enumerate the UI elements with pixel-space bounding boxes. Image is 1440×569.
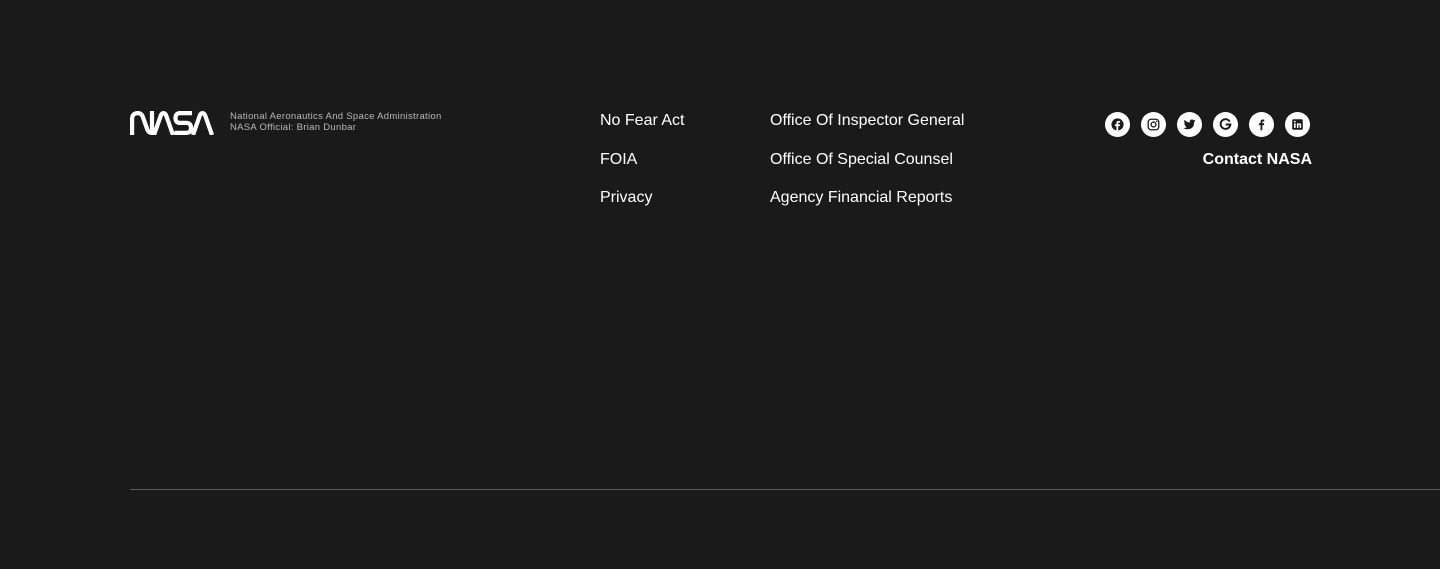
link-office-of-inspector-general[interactable]: Office Of Inspector General bbox=[770, 112, 964, 151]
instagram-icon bbox=[1147, 118, 1160, 131]
linkedin-icon bbox=[1292, 119, 1303, 130]
linkedin-button[interactable] bbox=[1285, 112, 1310, 137]
contact-nasa-link[interactable]: Contact NASA bbox=[1203, 151, 1312, 169]
brand-text: National Aeronautics And Space Administr… bbox=[230, 111, 442, 133]
link-office-of-special-counsel[interactable]: Office Of Special Counsel bbox=[770, 151, 964, 190]
twitter-icon bbox=[1183, 119, 1196, 130]
link-no-fear-act[interactable]: No Fear Act bbox=[600, 112, 684, 151]
facebook-button[interactable] bbox=[1105, 112, 1130, 137]
google-icon bbox=[1219, 118, 1232, 130]
agency-name: National Aeronautics And Space Administr… bbox=[230, 111, 442, 122]
instagram-button[interactable] bbox=[1141, 112, 1166, 137]
facebook-icon bbox=[1111, 118, 1124, 131]
link-agency-financial-reports[interactable]: Agency Financial Reports bbox=[770, 189, 964, 228]
facebook-f-button[interactable] bbox=[1249, 112, 1274, 137]
nasa-logo[interactable] bbox=[130, 111, 214, 135]
facebook-f-icon bbox=[1258, 119, 1265, 131]
site-footer: National Aeronautics And Space Administr… bbox=[0, 0, 1440, 569]
social-links bbox=[1105, 112, 1310, 137]
footer-links-column-2: Office Of Inspector General Office Of Sp… bbox=[770, 112, 964, 228]
link-foia[interactable]: FOIA bbox=[600, 151, 684, 190]
link-privacy[interactable]: Privacy bbox=[600, 189, 684, 228]
footer-links-column-1: No Fear Act FOIA Privacy bbox=[600, 112, 684, 228]
nasa-official: NASA Official: Brian Dunbar bbox=[230, 122, 357, 133]
google-button[interactable] bbox=[1213, 112, 1238, 137]
footer-divider bbox=[130, 489, 1440, 490]
footer-brand: National Aeronautics And Space Administr… bbox=[130, 111, 442, 135]
twitter-button[interactable] bbox=[1177, 112, 1202, 137]
